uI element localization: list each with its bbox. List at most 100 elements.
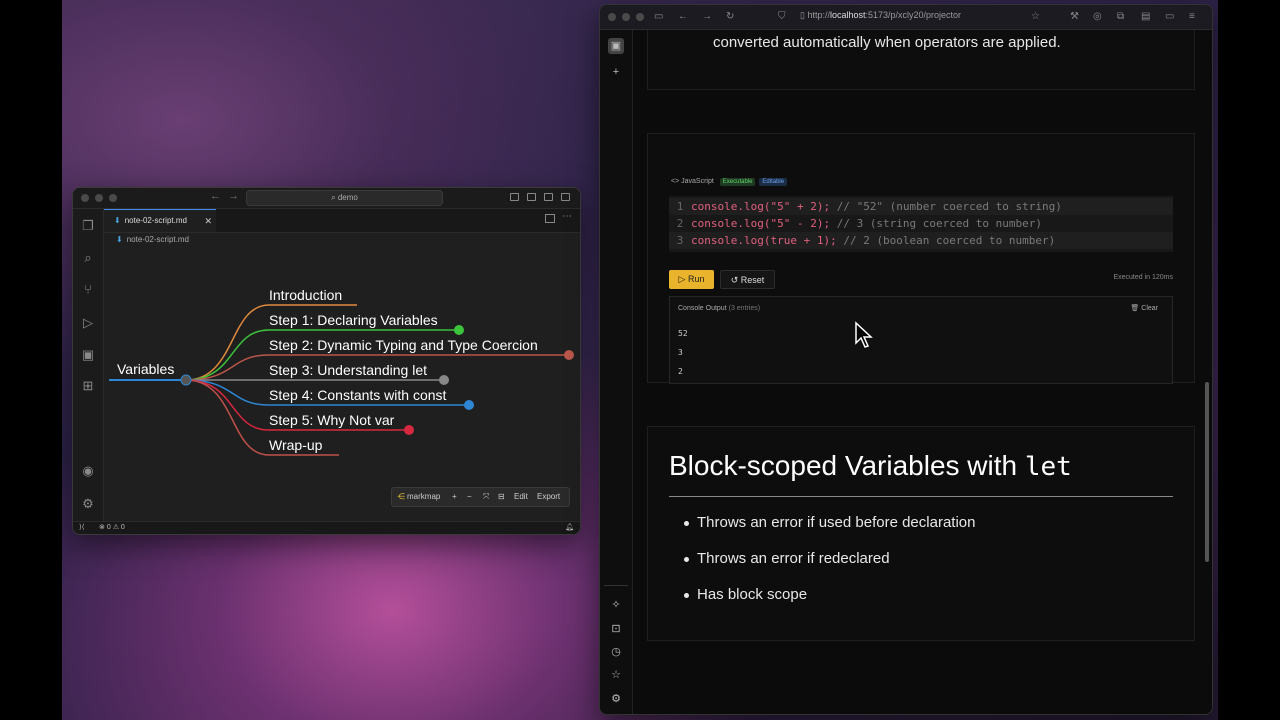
console-row: 3 [678, 348, 683, 357]
page-content: converted automatically when operators a… [633, 30, 1212, 714]
remote-explorer-icon[interactable]: ▣ [79, 346, 97, 364]
toggle-sidebar-icon[interactable] [527, 193, 536, 201]
forward-arrow-icon[interactable]: → [228, 190, 239, 202]
more-actions-icon[interactable]: ⋯ [562, 211, 572, 222]
history-icon[interactable]: ◷ [608, 644, 624, 660]
editor-titlebar: ← → ⌕ demo [73, 188, 580, 209]
zoom-in-button[interactable]: + [452, 488, 457, 506]
back-arrow-icon[interactable]: ← [678, 9, 688, 25]
code-line: 1 console.log("5" + 2); // "52" (number c… [669, 198, 1173, 215]
run-button[interactable]: ▷ Run [669, 270, 714, 289]
split-editor-icon[interactable] [545, 214, 555, 223]
add-sidebar-icon[interactable]: + [608, 64, 624, 80]
menu-icon[interactable]: ≡ [1189, 9, 1195, 25]
sidebar-app-icon[interactable]: ▣ [608, 38, 624, 54]
minimize-window-button[interactable] [95, 194, 103, 202]
markdown-file-icon: ⬇ [114, 216, 121, 225]
screen-icon[interactable]: ▭ [1165, 9, 1174, 25]
editor-tab-bar: ⬇ note-02-script.md ✕ ⋯ [104, 209, 580, 233]
address-bar[interactable]: ▯ http://localhost:5173/p/xcly20/project… [800, 10, 961, 21]
console-row: 2 [678, 367, 683, 376]
account-icon[interactable]: ◎ [1093, 9, 1102, 25]
mindmap-node[interactable]: Introduction [269, 287, 342, 303]
code-editor[interactable]: 1 console.log("5" + 2); // "52" (number c… [669, 196, 1173, 252]
code-block-header: <> JavaScript Executable Editable [671, 178, 788, 186]
toggle-secondary-sidebar-icon[interactable] [561, 193, 570, 201]
error-icon: ⊗ [99, 524, 105, 531]
explorer-icon[interactable]: ❐ [79, 217, 97, 235]
editor-window: ← → ⌕ demo ❐ ⌕ ⑂ ▷ ▣ ⊞ ◉ ⚙ ⬇ note-02-scri… [72, 187, 581, 535]
minimize-window-button[interactable] [622, 13, 630, 21]
reset-icon: ↺ [730, 275, 741, 285]
markmap-logo-icon: ⋲ [397, 492, 405, 501]
warning-icon: ⚠ [112, 524, 119, 531]
mindmap-node[interactable]: Wrap-up [269, 437, 323, 453]
mindmap-collapse-dot[interactable] [464, 400, 474, 410]
trash-icon: 🗑︎ [1130, 305, 1142, 312]
close-window-button[interactable] [608, 13, 616, 21]
back-arrow-icon[interactable]: ← [210, 190, 221, 202]
remote-indicator-icon[interactable]: ⟩⟨ [79, 522, 84, 534]
close-window-button[interactable] [81, 194, 89, 202]
customize-layout-icon[interactable] [510, 193, 519, 201]
reset-button[interactable]: ↺ Reset [720, 270, 775, 289]
breadcrumb[interactable]: ⬇ note-02-script.md [116, 235, 189, 244]
mindmap-node[interactable]: Step 3: Understanding let [269, 362, 427, 378]
extensions-icon[interactable]: ⊞ [79, 377, 97, 395]
reload-icon[interactable]: ↻ [726, 9, 734, 25]
heading-divider [669, 496, 1173, 497]
mindmap-node[interactable]: Step 1: Declaring Variables [269, 312, 438, 328]
scrollbar[interactable] [1205, 382, 1209, 562]
mindmap-root-dot[interactable] [180, 374, 192, 386]
editable-badge: Editable [759, 178, 788, 186]
run-debug-icon[interactable]: ▷ [79, 314, 97, 332]
forward-arrow-icon[interactable]: → [702, 9, 712, 25]
bookmarks-icon[interactable]: ☆ [608, 667, 624, 683]
account-icon[interactable]: ◉ [79, 462, 97, 480]
extensions-icon[interactable]: ⧉ [1117, 9, 1124, 25]
mindmap-root-node[interactable]: Variables [117, 361, 174, 377]
search-icon[interactable]: ⌕ [79, 249, 97, 267]
browser-sidebar: ▣ + ✧ ⊡ ◷ ☆ ⚙ [600, 30, 633, 714]
clear-console-button[interactable]: 🗑︎ Clear [1130, 304, 1158, 312]
markmap-toolbar: ⋲ markmap + − ⤧ ⊟ Edit Export [391, 487, 570, 507]
export-button[interactable]: Export [537, 488, 560, 506]
list-item: Has block scope [683, 586, 808, 603]
mindmap-node[interactable]: Step 2: Dynamic Typing and Type Coercion [269, 337, 538, 353]
problems-indicator[interactable]: ⊗ 0 ⚠ 0 [99, 522, 125, 534]
status-bar: ⟩⟨ ⊗ 0 ⚠ 0 🔔︎ [73, 521, 580, 534]
mindmap-node[interactable]: Step 5: Why Not var [269, 412, 395, 428]
execution-time: Executed in 120ms [1113, 274, 1173, 281]
gear-icon[interactable]: ⚙ [608, 691, 624, 707]
mindmap-collapse-dot[interactable] [454, 325, 464, 335]
tools-icon[interactable]: ⚒ [1070, 9, 1079, 25]
mindmap-node[interactable]: Step 4: Constants with const [269, 387, 447, 403]
maximize-window-button[interactable] [109, 194, 117, 202]
mindmap-collapse-dot[interactable] [404, 425, 414, 435]
bookmark-star-icon[interactable]: ☆ [1031, 9, 1040, 25]
zoom-out-button[interactable]: − [467, 488, 472, 506]
source-control-icon[interactable]: ⑂ [79, 281, 97, 299]
mindmap-collapse-dot[interactable] [564, 350, 574, 360]
gear-icon[interactable]: ⚙ [79, 495, 97, 513]
tab-note-02-script[interactable]: ⬇ note-02-script.md ✕ [104, 209, 216, 232]
list-item: Throws an error if used before declarati… [683, 514, 976, 531]
toggle-recursively-icon[interactable]: ⊟ [498, 488, 505, 506]
toggle-panel-icon[interactable] [544, 193, 553, 201]
executable-badge: Executable [719, 178, 756, 186]
close-tab-icon[interactable]: ✕ [204, 210, 212, 232]
notification-bell-icon[interactable]: 🔔︎ [565, 522, 574, 534]
markmap-mindmap[interactable]: Variables Introduction Step 1: Declaring V… [104, 244, 580, 514]
command-search-box[interactable]: ⌕ demo [246, 190, 443, 206]
mindmap-collapse-dot[interactable] [439, 375, 449, 385]
fit-view-icon[interactable]: ⤧ [483, 488, 489, 506]
containers-icon[interactable]: ▤ [1141, 9, 1150, 25]
edit-button[interactable]: Edit [514, 488, 528, 506]
maximize-window-button[interactable] [636, 13, 644, 21]
screenshot-icon[interactable]: ⊡ [608, 621, 624, 637]
sidebar-toggle-icon[interactable]: ▭ [654, 9, 663, 25]
ai-sparkle-icon[interactable]: ✧ [608, 597, 624, 613]
list-item: Throws an error if redeclared [684, 550, 890, 567]
code-icon: <> [671, 178, 682, 185]
previous-slide-card: converted automatically when operators a… [647, 30, 1195, 90]
